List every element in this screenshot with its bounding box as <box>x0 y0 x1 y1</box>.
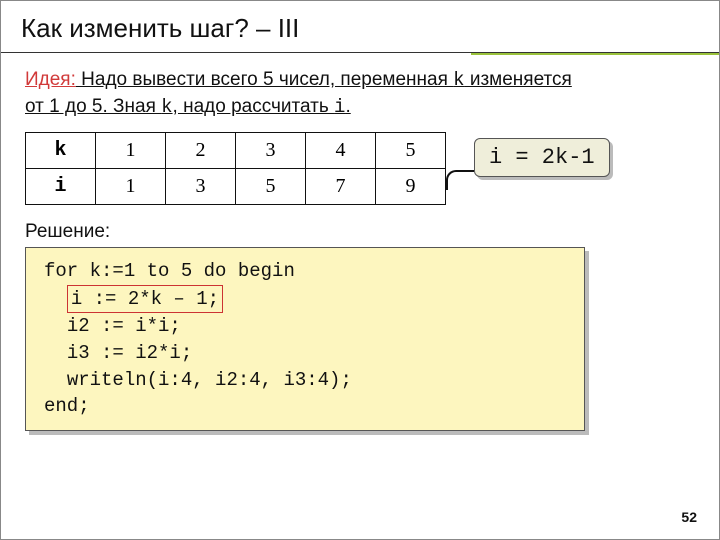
cell: 7 <box>306 169 376 205</box>
value-table: k 1 2 3 4 5 i 1 3 5 7 9 <box>25 132 446 205</box>
code-line: i3 := i2*i; <box>44 340 570 367</box>
cell: 1 <box>96 133 166 169</box>
idea-line2a: от 1 до 5. Зная <box>25 96 161 117</box>
idea-var-i: i <box>334 96 345 118</box>
connector-line <box>446 170 474 190</box>
idea-line2c: . <box>345 96 350 117</box>
code-line: i := 2*k – 1; <box>44 285 570 314</box>
formula-wrap: i = 2k-1 <box>474 138 610 177</box>
cell: 3 <box>236 133 306 169</box>
page-number: 52 <box>681 509 697 525</box>
row-head-i: i <box>26 169 96 205</box>
idea-text: Идея: Надо вывести всего 5 чисел, переме… <box>25 67 695 120</box>
code-line: for k:=1 to 5 do begin <box>44 258 570 285</box>
cell: 1 <box>96 169 166 205</box>
formula-box: i = 2k-1 <box>474 138 610 177</box>
row-head-k: k <box>26 133 96 169</box>
idea-var-k2: k <box>161 96 172 118</box>
cell: 2 <box>166 133 236 169</box>
solution-label: Решение: <box>25 221 695 243</box>
code-line: end; <box>44 393 570 420</box>
cell: 5 <box>376 133 446 169</box>
idea-line1b: изменяется <box>465 69 572 90</box>
table-row: i 1 3 5 7 9 <box>26 169 446 205</box>
idea-line1a: Надо вывести всего 5 чисел, переменная <box>76 69 453 90</box>
page-title: Как изменить шаг? – III <box>21 13 699 44</box>
cell: 9 <box>376 169 446 205</box>
cell: 5 <box>236 169 306 205</box>
code-line: writeln(i:4, i2:4, i3:4); <box>44 367 570 394</box>
idea-line2b: , надо рассчитать <box>173 96 335 117</box>
table-row: k 1 2 3 4 5 <box>26 133 446 169</box>
cell: 3 <box>166 169 236 205</box>
code-block: for k:=1 to 5 do begin i := 2*k – 1; i2 … <box>25 247 585 431</box>
idea-label: Идея: <box>25 69 76 90</box>
content-area: Идея: Надо вывести всего 5 чисел, переме… <box>1 53 719 431</box>
code-highlight: i := 2*k – 1; <box>67 285 223 314</box>
title-bar: Как изменить шаг? – III <box>1 1 719 53</box>
code-line: i2 := i*i; <box>44 313 570 340</box>
table-and-formula: k 1 2 3 4 5 i 1 3 5 7 9 i = 2k-1 <box>25 132 695 205</box>
cell: 4 <box>306 133 376 169</box>
idea-var-k: k <box>453 69 464 91</box>
